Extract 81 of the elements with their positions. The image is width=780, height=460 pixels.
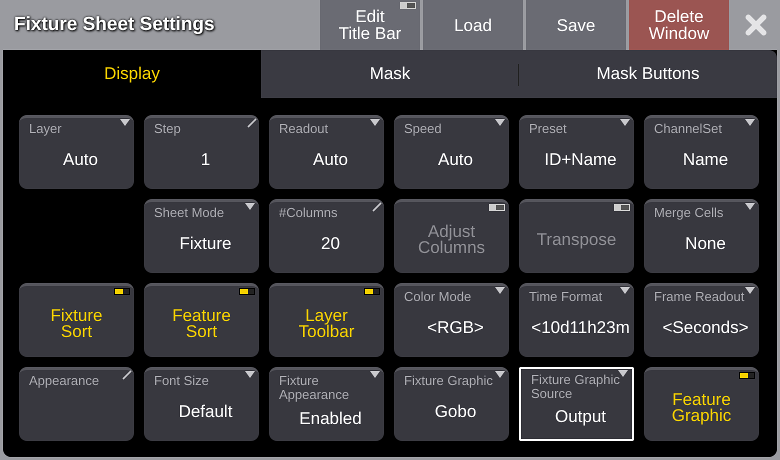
toggle-button[interactable]: Transpose	[519, 199, 634, 273]
dropdown-triangle-icon	[745, 203, 755, 210]
setting-label: #Columns	[279, 206, 339, 220]
setting-button[interactable]: Sheet Mode Fixture	[144, 199, 259, 273]
setting-label: Preset	[529, 122, 568, 136]
setting-label: ChannelSet	[654, 122, 723, 136]
setting-button[interactable]: Preset ID+Name	[519, 115, 634, 189]
setting-value: Auto	[62, 148, 99, 170]
setting-label: Font Size	[154, 374, 210, 388]
setting-label: Readout	[279, 122, 330, 136]
dropdown-triangle-icon	[245, 203, 255, 210]
setting-value: <10d11h23m	[530, 316, 631, 338]
dropdown-triangle-icon	[120, 119, 130, 126]
setting-button[interactable]: Color Mode <RGB>	[394, 283, 509, 357]
title-bar-button[interactable]: Load	[423, 0, 523, 50]
setting-value: <Seconds>	[661, 316, 750, 338]
setting-button[interactable]: Fixture Appearance Enabled	[269, 367, 384, 441]
setting-value: Auto	[312, 148, 349, 170]
setting-button[interactable]: Fixture Graphic Gobo	[394, 367, 509, 441]
setting-button[interactable]: #Columns 20	[269, 199, 384, 273]
dropdown-triangle-icon	[495, 287, 505, 294]
toggle-button[interactable]: Adjust Columns	[394, 199, 509, 273]
setting-label: Time Format	[529, 290, 604, 304]
setting-label: Step	[154, 122, 182, 136]
dropdown-triangle-icon	[620, 287, 630, 294]
toggle-button[interactable]: Layer Toolbar	[269, 283, 384, 357]
edit-corner-icon	[122, 370, 132, 380]
setting-label: Sheet Mode	[154, 206, 226, 220]
setting-label: Speed	[404, 122, 443, 136]
setting-button[interactable]: Merge Cells None	[644, 199, 759, 273]
setting-label: Layer	[29, 122, 63, 136]
setting-label: Appearance	[29, 374, 100, 388]
title-bar-button[interactable]: Save	[526, 0, 626, 50]
setting-value: ID+Name	[543, 148, 618, 170]
setting-label: Fixture Graphic Source	[531, 373, 621, 401]
setting-value: 1	[200, 148, 212, 170]
toggle-button[interactable]: Fixture Sort	[19, 283, 134, 357]
dropdown-triangle-icon	[370, 119, 380, 126]
setting-value: Fixture	[178, 232, 232, 254]
setting-button[interactable]: Step 1	[144, 115, 259, 189]
setting-value: <RGB>	[426, 316, 485, 338]
tab[interactable]: Mask	[261, 50, 519, 98]
setting-value: Auto	[437, 148, 474, 170]
dropdown-triangle-icon	[495, 371, 505, 378]
setting-button[interactable]: Layer Auto	[19, 115, 134, 189]
dropdown-triangle-icon	[618, 370, 628, 377]
setting-value: Enabled	[298, 408, 363, 430]
dropdown-triangle-icon	[620, 119, 630, 126]
setting-button[interactable]: Appearance	[19, 367, 134, 441]
setting-value: None	[684, 232, 727, 254]
setting-button[interactable]: ChannelSet Name	[644, 115, 759, 189]
dropdown-triangle-icon	[745, 287, 755, 294]
setting-value: 20	[320, 232, 341, 254]
setting-value: Default	[178, 400, 234, 422]
setting-button[interactable]: Fixture Graphic Source Output	[519, 367, 634, 441]
tab[interactable]: Mask Buttons	[519, 50, 777, 98]
setting-label: Merge Cells	[654, 206, 724, 220]
setting-value: Name	[682, 148, 730, 170]
title-bar-button[interactable]: Edit Title Bar	[320, 0, 420, 50]
setting-button[interactable]: Frame Readout <Seconds>	[644, 283, 759, 357]
edit-corner-icon	[372, 202, 382, 212]
setting-label: Fixture Appearance	[279, 374, 350, 402]
setting-label: Frame Readout	[654, 290, 746, 304]
toggle-button[interactable]: Feature Sort	[144, 283, 259, 357]
dropdown-triangle-icon	[495, 119, 505, 126]
setting-label: Color Mode	[404, 290, 472, 304]
setting-button[interactable]: Time Format <10d11h23m	[519, 283, 634, 357]
dropdown-triangle-icon	[245, 371, 255, 378]
setting-value: Output	[554, 406, 608, 428]
dropdown-triangle-icon	[370, 371, 380, 378]
setting-button[interactable]: Speed Auto	[394, 115, 509, 189]
close-icon	[745, 14, 767, 36]
delete-window-button[interactable]: Delete Window	[629, 0, 729, 50]
dropdown-triangle-icon	[745, 119, 755, 126]
setting-button[interactable]: Readout Auto	[269, 115, 384, 189]
window-title: Fixture Sheet Settings	[13, 13, 216, 37]
setting-value: Gobo	[434, 400, 478, 422]
toggle-button[interactable]: Feature Graphic	[644, 367, 759, 441]
setting-label: Fixture Graphic	[404, 374, 494, 388]
edit-corner-icon	[247, 118, 257, 128]
setting-button[interactable]: Font Size Default	[144, 367, 259, 441]
